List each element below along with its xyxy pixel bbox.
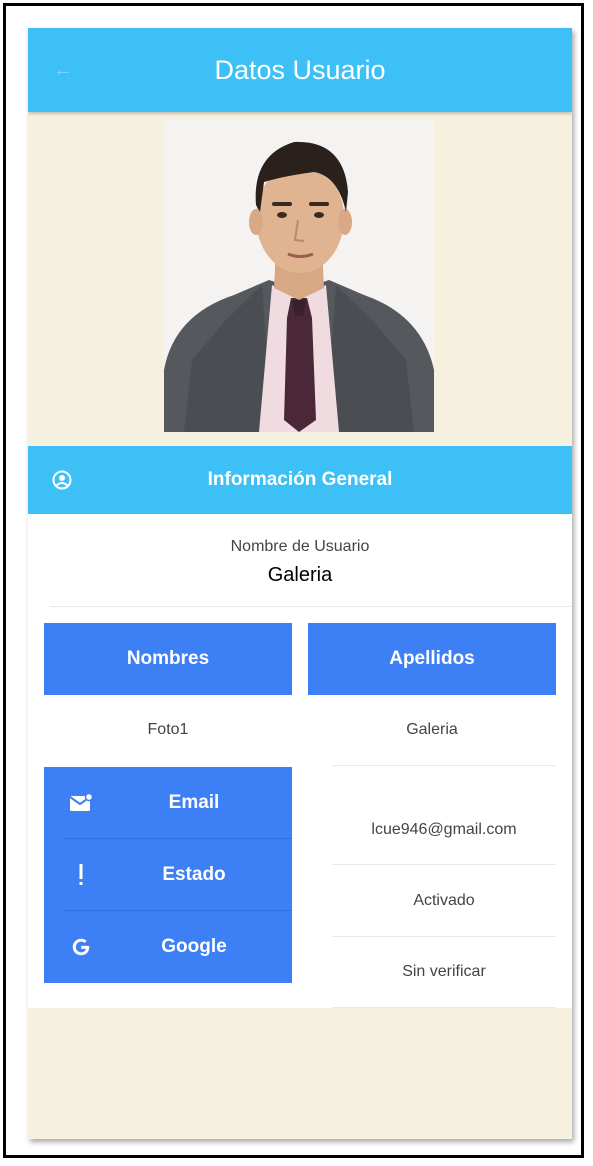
page-title: Datos Usuario [214,55,386,85]
email-row[interactable]: Email [44,767,292,839]
email-icon [68,790,94,816]
username-divider [50,606,572,607]
first-name-value: Foto1 [147,721,189,738]
first-names-button[interactable]: Nombres [44,623,292,695]
estado-value: Activado [413,892,475,909]
details-label-panel: Email Estado Google [44,767,292,983]
email-value: lcue946@gmail.com [371,821,517,838]
last-names-button[interactable]: Apellidos [308,623,556,695]
row-divider [332,936,556,937]
exclamation-icon [68,862,94,888]
username-label: Nombre de Usuario [230,538,370,555]
user-portrait-photo [164,120,434,432]
section-title: Información General [207,469,393,490]
google-label: Google [161,936,227,957]
app-screen: ← Datos Usuario Información General Nomb… [28,28,572,1139]
email-label: Email [168,792,220,813]
estado-row[interactable]: Estado [44,839,292,911]
row-divider [332,864,556,865]
app-bar: ← Datos Usuario [28,28,572,112]
section-header: Información General [28,446,572,514]
google-value: Sin verificar [402,963,486,980]
row-divider [332,765,556,766]
estado-label: Estado [162,864,226,885]
user-info-content: Nombre de Usuario Galeria Nombres Apelli… [28,514,572,1008]
portrait-illustration [164,120,434,432]
last-name-value: Galeria [406,721,458,738]
google-row[interactable]: Google [44,911,292,983]
username-value: Galeria [267,564,333,586]
google-icon [68,934,94,960]
row-divider [332,1007,556,1008]
